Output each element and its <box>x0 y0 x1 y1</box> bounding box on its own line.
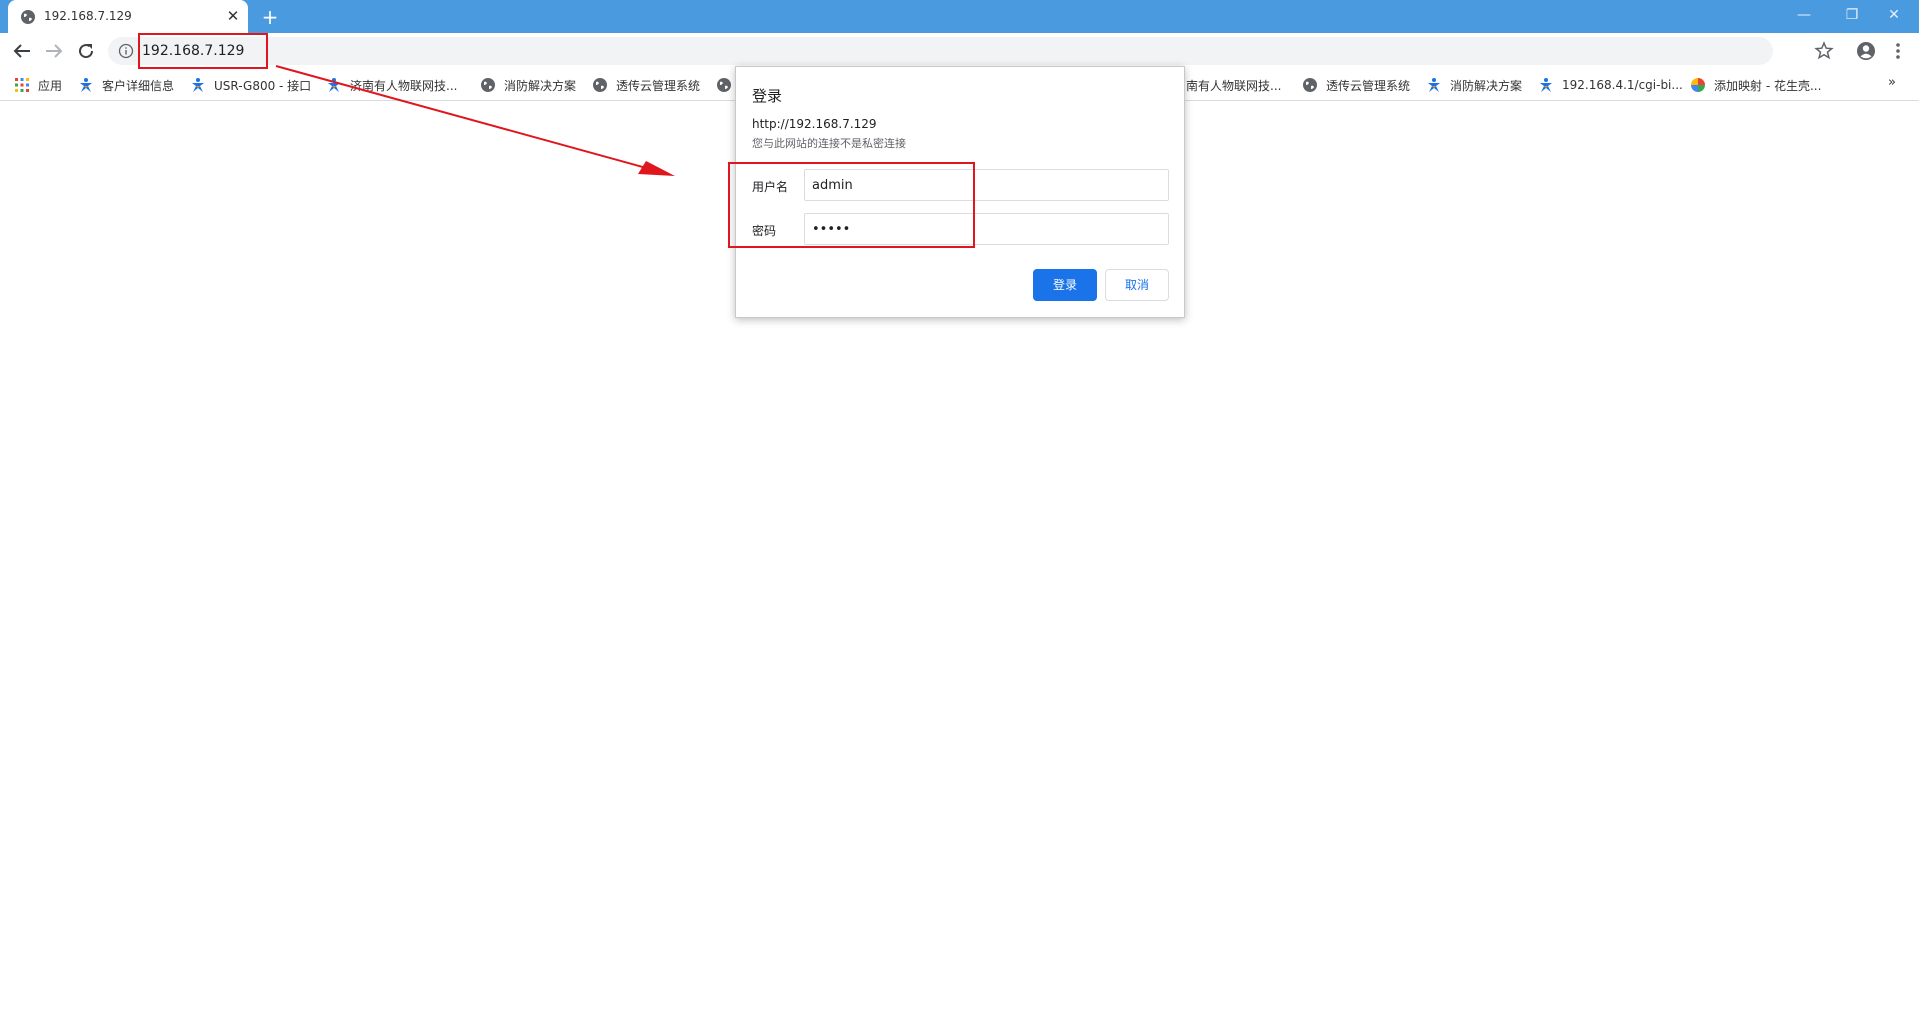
usr-logo-icon <box>80 78 92 92</box>
info-icon[interactable] <box>118 43 134 59</box>
back-arrow-icon[interactable] <box>10 39 34 63</box>
usr-logo-icon <box>192 78 204 92</box>
globe-icon <box>481 78 495 92</box>
forward-arrow-icon[interactable] <box>42 39 66 63</box>
restore-button[interactable]: ❐ <box>1838 5 1866 25</box>
dialog-url: http://192.168.7.129 <box>752 117 877 131</box>
bookmark-item[interactable]: 消防解决方案 <box>480 74 576 96</box>
annotation-credentials-highlight <box>728 162 975 248</box>
toolbar: 192.168.7.129 <box>0 33 1919 69</box>
tab-close-icon[interactable]: ✕ <box>224 7 242 25</box>
globe-icon <box>21 10 35 24</box>
bookmark-item[interactable]: 添加映射 - 花生壳... <box>1690 74 1821 96</box>
window-close-button[interactable]: ✕ <box>1880 5 1908 25</box>
bookmark-star-icon[interactable] <box>1812 39 1836 63</box>
new-tab-button[interactable]: + <box>258 5 282 29</box>
bookmark-apps[interactable]: 应用 <box>14 74 62 96</box>
globe-icon <box>593 78 607 92</box>
bookmark-item[interactable]: 济南有人物联网技... <box>326 74 457 96</box>
apps-grid-icon <box>15 78 29 92</box>
cancel-button[interactable]: 取消 <box>1105 269 1169 301</box>
bookmark-item[interactable]: 透传云管理系统 <box>1302 74 1410 96</box>
bookmark-item[interactable]: USR-G800 - 接口 <box>190 74 311 96</box>
bookmark-item[interactable]: 透传云管理系统 <box>592 74 700 96</box>
bookmark-item[interactable]: 消防解决方案 <box>1426 74 1522 96</box>
bookmarks-overflow-button[interactable]: » <box>1888 75 1896 90</box>
colorful-ball-icon <box>1691 78 1705 92</box>
more-vert-icon[interactable] <box>1888 39 1908 63</box>
bookmark-item[interactable]: 南有人物联网技... <box>1186 74 1281 96</box>
browser-window: 192.168.7.129 ✕ + — ❐ ✕ 192.168.7.129 应用… <box>0 0 1919 1036</box>
tab-strip: 192.168.7.129 ✕ + — ❐ ✕ <box>0 0 1919 33</box>
login-button[interactable]: 登录 <box>1033 269 1097 301</box>
profile-avatar-icon[interactable] <box>1854 39 1878 63</box>
bookmark-item[interactable]: 客户详细信息 <box>78 74 174 96</box>
globe-icon <box>717 78 731 92</box>
dialog-security-note: 您与此网站的连接不是私密连接 <box>752 137 906 150</box>
address-bar[interactable]: 192.168.7.129 <box>108 37 1773 65</box>
usr-logo-icon <box>328 78 340 92</box>
bookmark-item[interactable]: 192.168.4.1/cgi-bi... <box>1538 74 1683 96</box>
reload-icon[interactable] <box>74 39 98 63</box>
usr-logo-icon <box>1540 78 1552 92</box>
tab-title: 192.168.7.129 <box>44 9 132 23</box>
tab-active[interactable]: 192.168.7.129 ✕ <box>8 0 248 33</box>
minimize-button[interactable]: — <box>1790 5 1818 25</box>
usr-logo-icon <box>1428 78 1440 92</box>
globe-icon <box>1303 78 1317 92</box>
annotation-url-highlight <box>138 33 268 69</box>
dialog-title: 登录 <box>752 87 783 105</box>
